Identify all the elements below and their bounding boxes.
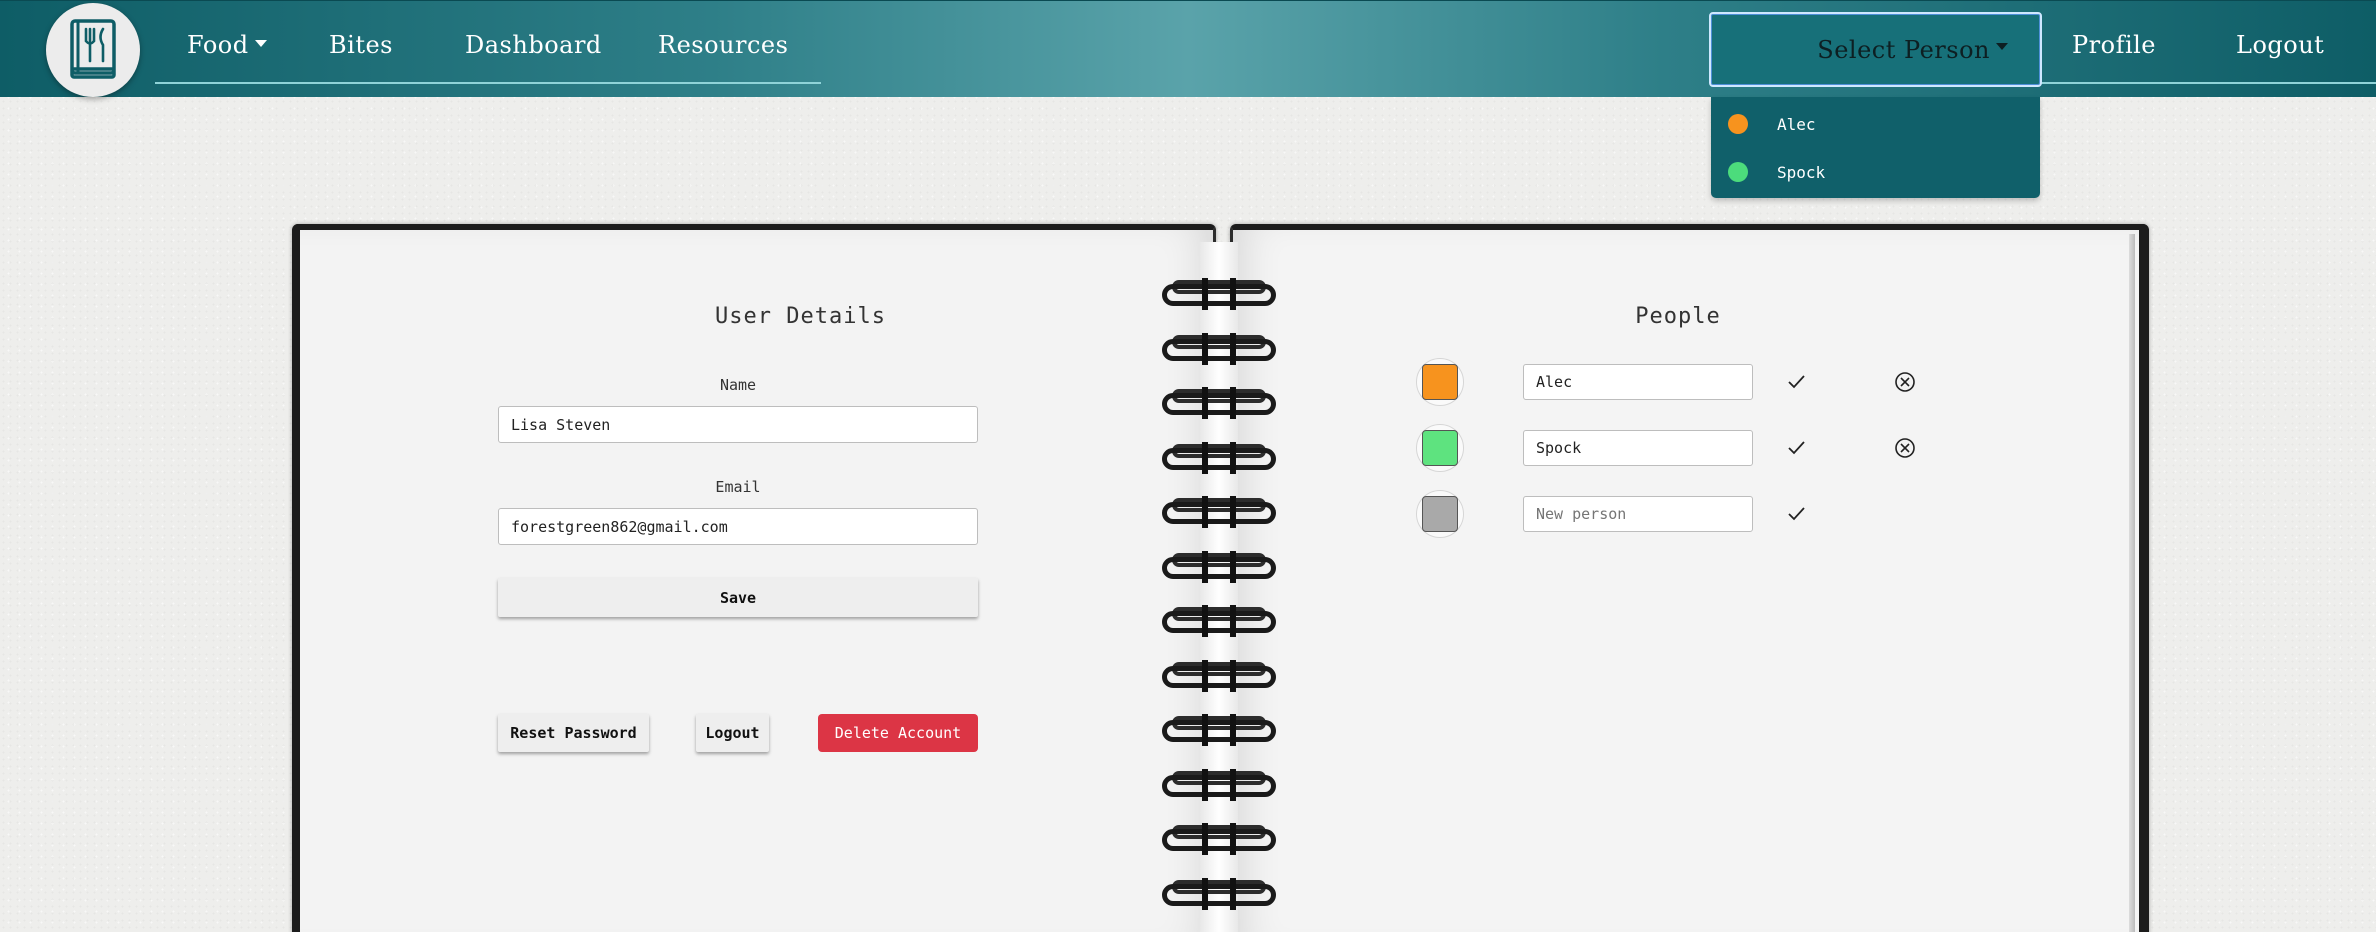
spiral-ring [1162, 496, 1276, 528]
nav-food-dropdown[interactable]: Food [187, 31, 267, 59]
nav-food-label: Food [187, 31, 249, 59]
dropdown-item-alec[interactable]: Alec [1711, 102, 2040, 146]
person-color-dot [1728, 114, 1748, 134]
nav-dashboard[interactable]: Dashboard [465, 31, 602, 59]
people-title: People [1635, 304, 1721, 329]
check-icon[interactable] [1786, 372, 1806, 392]
remove-circle-icon[interactable] [1894, 437, 1916, 459]
spiral-ring [1162, 659, 1276, 692]
spiral-ring [1162, 714, 1276, 746]
person-name-input[interactable] [1523, 430, 1753, 466]
dropdown-item-spock[interactable]: Spock [1711, 150, 2040, 194]
check-icon[interactable] [1786, 438, 1806, 458]
check-icon[interactable] [1786, 504, 1806, 524]
app-logo[interactable] [46, 3, 140, 97]
top-navbar: Food Bites Dashboard Resources Select Pe… [0, 0, 2376, 97]
nav-underline [155, 82, 821, 84]
recipe-book-icon [70, 19, 116, 79]
spiral-ring [1162, 387, 1276, 419]
nav-underline [2031, 82, 2376, 84]
spiral-ring [1162, 550, 1276, 583]
select-person-label: Select Person [1817, 35, 1990, 64]
select-person-menu: Alec Spock [1711, 97, 2040, 198]
chevron-down-icon [1996, 43, 2008, 50]
nav-resources[interactable]: Resources [658, 31, 788, 59]
delete-account-button[interactable]: Delete Account [818, 714, 978, 752]
nav-profile[interactable]: Profile [2072, 31, 2156, 59]
name-input[interactable] [498, 406, 978, 443]
notebook: User Details Name Email Save Reset Passw… [292, 224, 2149, 932]
dropdown-item-label: Alec [1777, 114, 1816, 134]
spiral-ring [1162, 768, 1276, 801]
dropdown-item-label: Spock [1777, 162, 1826, 182]
user-details-title: User Details [715, 304, 886, 329]
new-person-input[interactable] [1523, 496, 1753, 532]
nav-bites[interactable]: Bites [329, 31, 393, 59]
logout-button[interactable]: Logout [696, 714, 769, 752]
email-label: Email [715, 478, 761, 496]
color-swatch [1422, 364, 1458, 400]
color-swatch [1422, 430, 1458, 466]
person-color-picker[interactable] [1416, 358, 1464, 406]
remove-circle-icon[interactable] [1894, 371, 1916, 393]
reset-password-button[interactable]: Reset Password [498, 714, 649, 752]
chevron-down-icon [254, 40, 267, 47]
spiral-ring [1162, 823, 1276, 855]
person-color-picker[interactable] [1416, 490, 1464, 538]
select-person-dropdown[interactable]: Select Person [1709, 12, 2042, 87]
person-name-input[interactable] [1523, 364, 1753, 400]
save-button[interactable]: Save [498, 578, 978, 617]
spiral-ring [1162, 441, 1276, 474]
color-swatch [1422, 496, 1458, 532]
spiral-ring [1162, 605, 1276, 637]
spiral-ring [1162, 278, 1276, 310]
spiral-ring [1162, 332, 1276, 365]
name-label: Name [719, 376, 757, 394]
email-input[interactable] [498, 508, 978, 545]
notebook-right-page [1230, 224, 2149, 932]
person-color-dot [1728, 162, 1748, 182]
person-color-picker[interactable] [1416, 424, 1464, 472]
spiral-ring [1162, 877, 1276, 910]
nav-logout[interactable]: Logout [2236, 31, 2324, 59]
